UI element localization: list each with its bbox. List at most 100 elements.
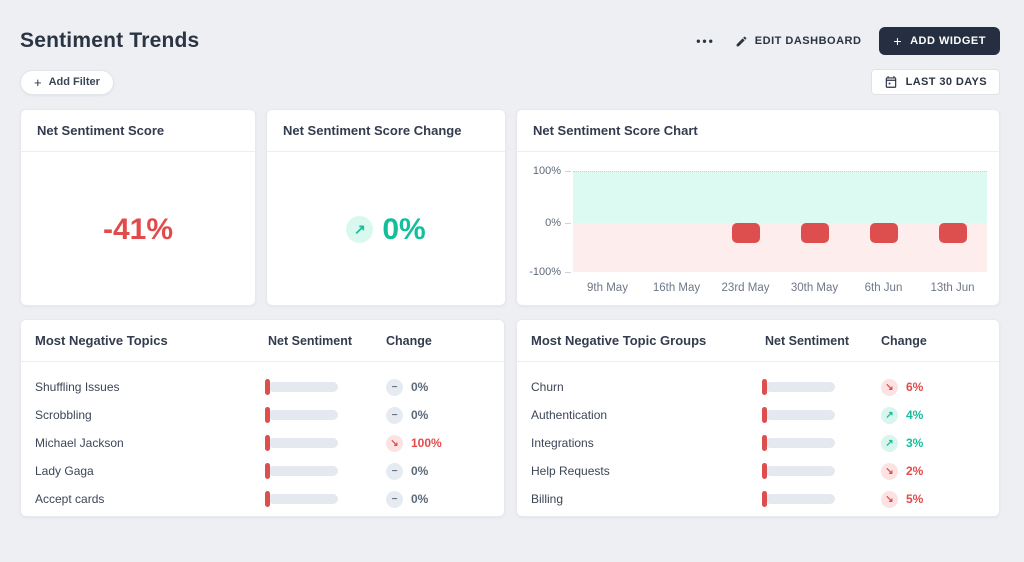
topic-label: Michael Jackson <box>35 436 124 450</box>
sentiment-chart: 100% 0% -100% <box>517 152 999 278</box>
chart-bar[interactable] <box>800 223 829 243</box>
filter-bar: + Add Filter LAST 30 DAYS <box>20 69 1000 95</box>
trend-up-icon: ↗ <box>346 216 374 243</box>
table-row[interactable]: Authentication ↗ 4% <box>531 401 985 429</box>
topic-group-label: Integrations <box>531 436 594 450</box>
topic-label: Scrobbling <box>35 408 92 422</box>
plus-icon: + <box>34 74 42 90</box>
chart-x-axis: 9th May 16th May 23rd May 30th May 6th J… <box>573 282 987 294</box>
sentiment-bar <box>762 379 835 395</box>
x-tick-label: 6th Jun <box>864 282 903 294</box>
date-range-button[interactable]: LAST 30 DAYS <box>870 69 1000 95</box>
sentiment-bar <box>265 407 338 423</box>
topic-group-label: Authentication <box>531 408 608 422</box>
chart-bar[interactable] <box>938 223 967 243</box>
net-sentiment-score-card: Net Sentiment Score -41% <box>20 109 256 306</box>
change-indicator: ↘ 6% <box>881 378 985 396</box>
bar-handle <box>762 407 767 423</box>
table-row[interactable]: Lady Gaga −0% <box>35 457 490 485</box>
table-row[interactable]: Scrobbling −0% <box>35 401 490 429</box>
widget-row-top: Net Sentiment Score -41% Net Sentiment S… <box>20 109 1000 306</box>
column-header-net-sentiment: Net Sentiment <box>765 333 850 348</box>
more-options-button[interactable]: ••• <box>694 30 717 52</box>
bar-handle <box>762 379 767 395</box>
trend-arrow-icon: ↘ <box>881 462 898 480</box>
page-header: Sentiment Trends ••• EDIT DASHBOARD + AD… <box>20 24 1000 58</box>
table-title: Most Negative Topics <box>35 333 168 348</box>
trend-arrow-icon: − <box>386 406 403 424</box>
sentiment-bar <box>762 491 835 507</box>
bar-handle <box>265 407 270 423</box>
change-indicator: −0% <box>386 462 490 480</box>
bar-handle <box>265 435 270 451</box>
change-indicator: ↗ 3% <box>881 434 985 452</box>
card-title: Net Sentiment Score <box>21 110 255 152</box>
page-title: Sentiment Trends <box>20 29 200 52</box>
table-row[interactable]: Help Requests ↘ 2% <box>531 457 985 485</box>
add-filter-button[interactable]: + Add Filter <box>20 69 114 95</box>
column-header-change: Change <box>386 333 432 348</box>
sentiment-bar <box>265 491 338 507</box>
header-actions: ••• EDIT DASHBOARD + ADD WIDGET <box>694 27 1000 55</box>
y-tick-label: 0% <box>545 217 571 229</box>
bar-handle <box>762 435 767 451</box>
topic-label: Shuffling Issues <box>35 380 120 394</box>
table-body: Churn ↘ 6% Authentication ↗ 4% Integration… <box>517 362 999 513</box>
kpi-body: -41% <box>21 152 255 305</box>
table-body: Shuffling Issues −0% Scrobbling −0% Mich… <box>21 362 504 513</box>
table-row[interactable]: Billing ↘ 5% <box>531 485 985 513</box>
chart-bar[interactable] <box>731 223 760 243</box>
ellipsis-icon: ••• <box>696 34 715 48</box>
column-header-change: Change <box>881 333 927 348</box>
score-change-value: 0% <box>382 212 426 246</box>
widget-row-bottom: Most Negative Topics Net Sentiment Chang… <box>20 319 1000 517</box>
table-row[interactable]: Shuffling Issues −0% <box>35 373 490 401</box>
x-tick-label: 13th Jun <box>930 282 975 294</box>
bar-handle <box>762 491 767 507</box>
x-tick-label: 23rd May <box>721 282 770 294</box>
add-widget-button[interactable]: + ADD WIDGET <box>879 27 1000 55</box>
change-indicator: −0% <box>386 406 490 424</box>
y-tick-label: -100% <box>529 266 571 278</box>
edit-dashboard-button[interactable]: EDIT DASHBOARD <box>735 35 862 48</box>
table-row[interactable]: Integrations ↗ 3% <box>531 429 985 457</box>
change-indicator: ↘ 2% <box>881 462 985 480</box>
score-change-indicator: ↗ 0% <box>346 212 426 247</box>
plus-icon: + <box>893 33 903 49</box>
trend-arrow-icon: − <box>386 490 403 508</box>
sentiment-bar <box>265 435 338 451</box>
change-indicator: ↗ 4% <box>881 406 985 424</box>
topic-group-label: Billing <box>531 492 564 506</box>
chart-y-axis: 100% 0% -100% <box>517 165 573 278</box>
positive-region <box>573 171 987 223</box>
chart-bar[interactable] <box>869 223 898 243</box>
date-range-label: LAST 30 DAYS <box>905 76 987 88</box>
card-title: Net Sentiment Score Chart <box>517 110 999 152</box>
table-row[interactable]: Accept cards −0% <box>35 485 490 513</box>
kpi-body: ↗ 0% <box>267 152 505 305</box>
most-negative-topic-groups-card: Most Negative Topic Groups Net Sentiment… <box>516 319 1000 517</box>
sentiment-bar <box>265 463 338 479</box>
net-sentiment-score-chart-card: Net Sentiment Score Chart 100% 0% -100% <box>516 109 1000 306</box>
trend-arrow-icon: − <box>386 378 403 396</box>
bar-handle <box>265 463 270 479</box>
x-tick-label: 16th May <box>652 282 701 294</box>
trend-arrow-icon: ↗ <box>881 406 898 424</box>
trend-arrow-icon: ↘ <box>386 434 403 452</box>
chart-plot-area <box>573 171 987 272</box>
topic-group-label: Help Requests <box>531 464 610 478</box>
negative-region <box>573 223 987 272</box>
trend-arrow-icon: ↘ <box>881 378 898 396</box>
change-indicator: ↘ 100% <box>386 434 490 452</box>
x-tick-label: 30th May <box>790 282 839 294</box>
edit-dashboard-label: EDIT DASHBOARD <box>754 35 862 47</box>
table-row[interactable]: Churn ↘ 6% <box>531 373 985 401</box>
pencil-icon <box>735 35 748 48</box>
table-row[interactable]: Michael Jackson ↘ 100% <box>35 429 490 457</box>
net-sentiment-score-change-card: Net Sentiment Score Change ↗ 0% <box>266 109 506 306</box>
column-header-net-sentiment: Net Sentiment <box>268 333 353 348</box>
bar-handle <box>265 379 270 395</box>
y-tick-label: 100% <box>532 165 572 177</box>
table-title: Most Negative Topic Groups <box>531 333 707 348</box>
dashboard-page: Sentiment Trends ••• EDIT DASHBOARD + AD… <box>0 0 1024 517</box>
